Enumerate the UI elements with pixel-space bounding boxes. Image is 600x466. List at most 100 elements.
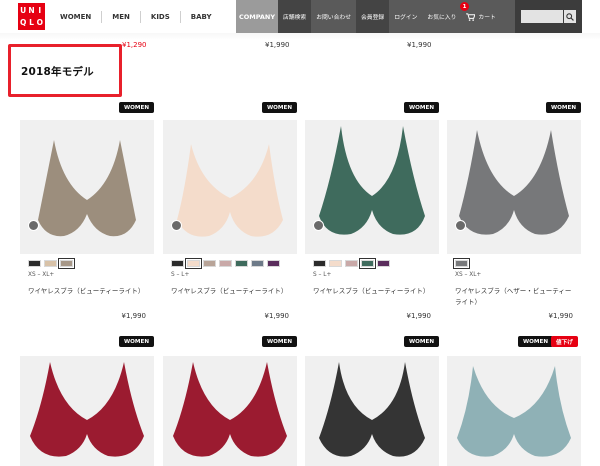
bra-body: [319, 126, 425, 235]
bra-body: [319, 362, 425, 457]
utility-nav: 店舗検索 お問い合わせ 会員登録 ログイン お気に入り カート: [278, 0, 515, 33]
bra-illustration: [459, 130, 569, 235]
store-locator-link[interactable]: 店舗検索: [278, 0, 312, 33]
product-image[interactable]: [447, 120, 581, 254]
nav-company[interactable]: COMPANY: [236, 0, 278, 33]
nav-men[interactable]: MEN: [102, 0, 140, 33]
women-tag: WOMEN: [546, 102, 581, 113]
nav-baby[interactable]: BABY: [181, 0, 222, 33]
contact-link[interactable]: お問い合わせ: [311, 0, 356, 33]
bra-illustration: [319, 362, 425, 457]
bra-body: [30, 362, 144, 457]
product-image[interactable]: [163, 356, 297, 466]
search-input[interactable]: [521, 10, 563, 23]
bra-illustration: [457, 366, 571, 457]
search-button[interactable]: [564, 10, 576, 23]
bra-illustration: [319, 126, 425, 235]
color-swatch[interactable]: [28, 260, 41, 267]
color-swatch[interactable]: [171, 260, 184, 267]
favorites-count-badge: 1: [460, 2, 469, 11]
color-swatches: [171, 258, 280, 269]
cart-label: カート: [478, 15, 496, 21]
uniqlo-logo[interactable]: U N I Q L O: [18, 3, 45, 30]
product-name[interactable]: ワイヤレスブラ（ヘザー・ビューティーライト）: [455, 286, 577, 308]
women-tag: WOMEN: [262, 336, 297, 347]
product-price: ¥1,990: [121, 312, 147, 320]
color-swatch[interactable]: [377, 260, 390, 267]
color-swatches: [453, 258, 470, 269]
previous-row-price: ¥1,990: [265, 41, 290, 49]
size-range: XS – XL+: [455, 272, 482, 278]
women-tag: WOMEN: [119, 102, 154, 113]
product-name[interactable]: ワイヤレスブラ（ビューティーライト）: [28, 286, 150, 297]
women-tag: WOMEN: [404, 102, 439, 113]
previous-row-edge: [0, 33, 600, 40]
zoom-icon[interactable]: [28, 220, 39, 231]
product-image[interactable]: [20, 120, 154, 254]
logo-letter: O: [36, 17, 44, 27]
color-swatch[interactable]: [345, 260, 358, 267]
size-range: XS – XL+: [28, 272, 55, 278]
register-link[interactable]: 会員登録: [356, 0, 390, 33]
login-link[interactable]: ログイン: [389, 0, 422, 33]
favorites-link[interactable]: お気に入り: [422, 0, 461, 33]
bra-body: [38, 140, 136, 237]
size-range: S – L+: [313, 272, 332, 278]
bra-illustration: [30, 362, 144, 457]
product-name[interactable]: ワイヤレスブラ（ビューティーライト）: [171, 286, 293, 297]
section-title-highlight: 2018年モデル: [8, 44, 122, 97]
color-swatch[interactable]: [58, 258, 75, 269]
bra-body: [173, 362, 287, 457]
zoom-icon[interactable]: [171, 220, 182, 231]
color-swatch[interactable]: [359, 258, 376, 269]
logo-letter: N: [28, 6, 35, 15]
site-header: U N I Q L O WOMEN MEN KIDS BABY COMPANY …: [0, 0, 600, 33]
bra-body: [459, 130, 569, 235]
section-title: 2018年モデル: [21, 66, 94, 78]
bra-illustration: [38, 140, 136, 237]
color-swatch[interactable]: [251, 260, 264, 267]
price-down-tag: 値下げ: [551, 336, 578, 347]
women-tag: WOMEN: [262, 102, 297, 113]
women-tag: WOMEN: [518, 336, 553, 347]
product-price: ¥1,990: [264, 312, 290, 320]
zoom-icon[interactable]: [313, 220, 324, 231]
women-tag: WOMEN: [119, 336, 154, 347]
logo-letter: I: [38, 6, 42, 15]
nav-kids[interactable]: KIDS: [141, 0, 180, 33]
search-icon: [566, 12, 574, 21]
product-price: ¥1,990: [406, 312, 432, 320]
logo-letter: Q: [19, 17, 27, 27]
cart-icon: [466, 12, 476, 21]
color-swatch[interactable]: [185, 258, 202, 269]
color-swatch[interactable]: [235, 260, 248, 267]
color-swatch[interactable]: [219, 260, 232, 267]
logo-letter: L: [29, 17, 34, 27]
product-name[interactable]: ワイヤレスブラ（ビューティーライト）: [313, 286, 435, 297]
logo-letter: U: [20, 6, 27, 15]
zoom-icon[interactable]: [455, 220, 466, 231]
product-image[interactable]: [305, 120, 439, 254]
color-swatch[interactable]: [203, 260, 216, 267]
size-range: S – L+: [171, 272, 190, 278]
previous-row-price: ¥1,990: [407, 41, 432, 49]
product-image[interactable]: [447, 356, 581, 466]
women-tag: WOMEN: [404, 336, 439, 347]
color-swatch[interactable]: [267, 260, 280, 267]
color-swatch[interactable]: [329, 260, 342, 267]
product-price: ¥1,990: [548, 312, 574, 320]
previous-row-price: ¥1,290: [122, 41, 147, 49]
nav-women[interactable]: WOMEN: [50, 0, 101, 33]
main-nav: WOMEN MEN KIDS BABY: [50, 0, 222, 33]
search-box: [515, 0, 582, 33]
color-swatches: [313, 258, 390, 269]
bra-body: [177, 144, 283, 237]
color-swatch[interactable]: [44, 260, 57, 267]
color-swatch[interactable]: [453, 258, 470, 269]
product-image[interactable]: [163, 120, 297, 254]
bra-illustration: [173, 362, 287, 457]
product-image[interactable]: [305, 356, 439, 466]
product-image[interactable]: [20, 356, 154, 466]
bra-body: [457, 366, 571, 457]
color-swatch[interactable]: [313, 260, 326, 267]
